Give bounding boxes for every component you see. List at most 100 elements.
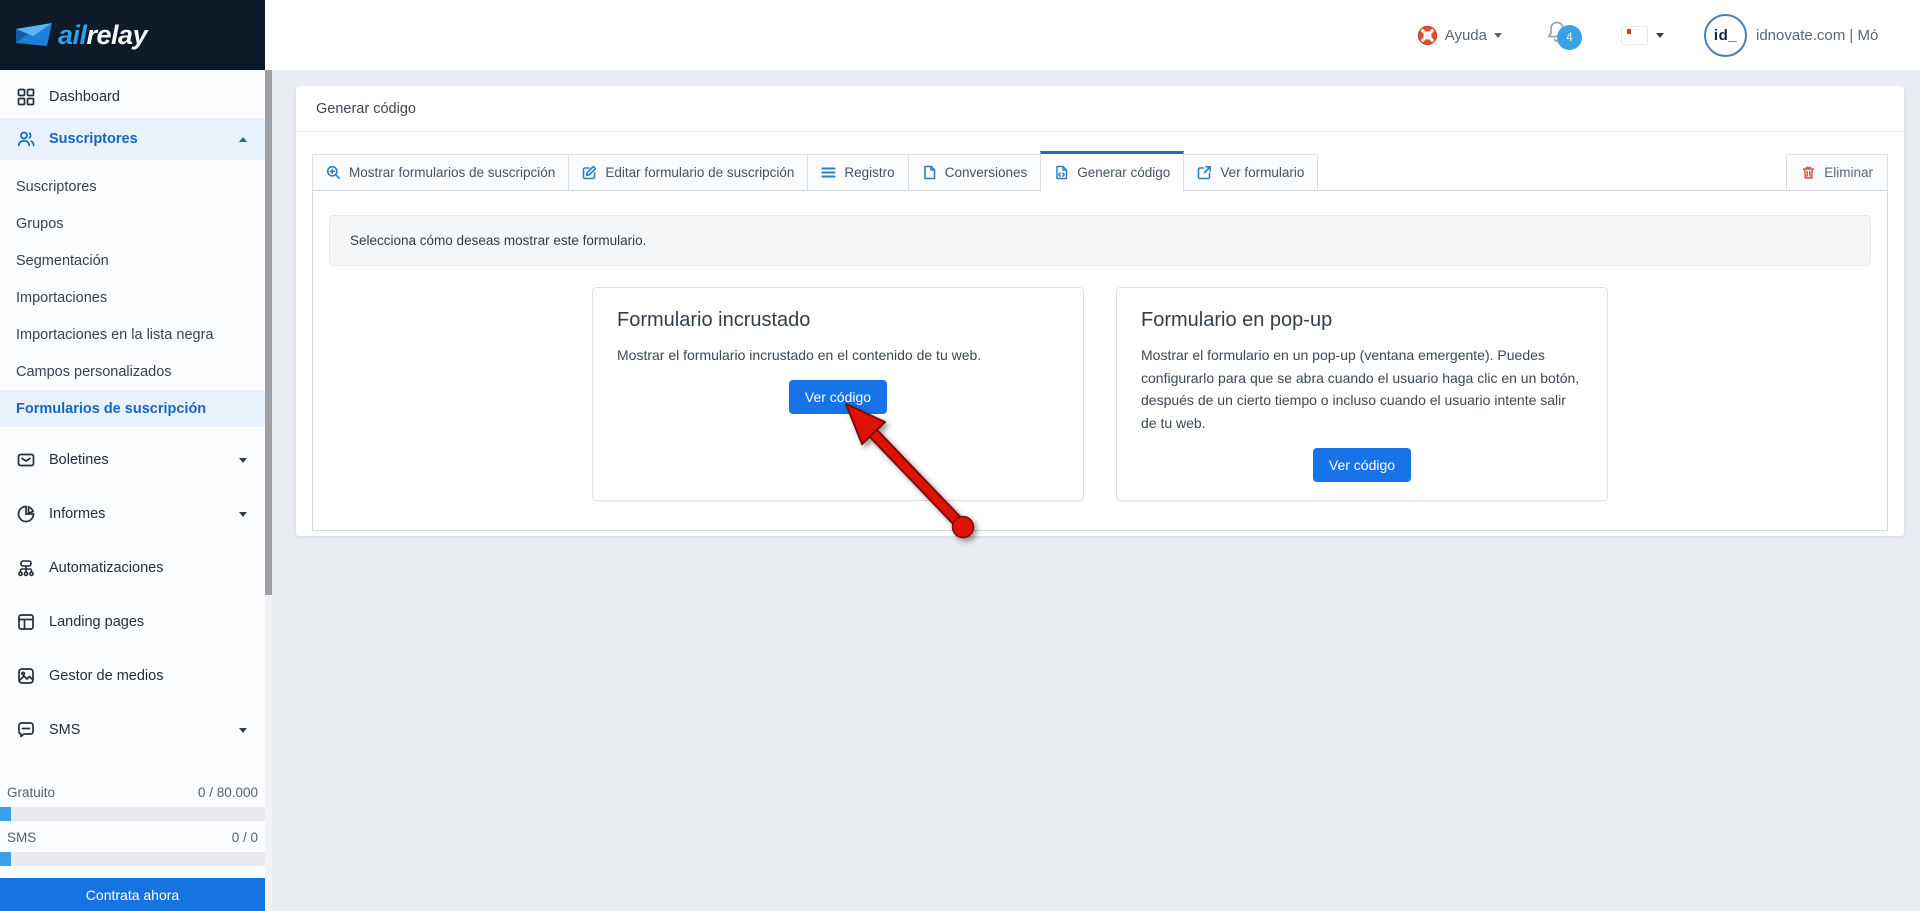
trash-icon [1802,166,1815,179]
chevron-down-icon [1494,32,1502,38]
sidebar-item-label: Dashboard [49,89,120,105]
sidebar-item-label: Informes [49,506,106,522]
avatar[interactable]: id_ [1704,13,1747,57]
sidebar-item-landing-pages[interactable]: Landing pages [0,601,265,643]
sidebar-item-informes[interactable]: Informes [0,493,265,535]
image-icon [18,668,34,684]
pie-chart-icon [17,505,35,523]
tab-conversiones[interactable]: Conversiones [907,154,1042,191]
chevron-down-icon [239,457,247,463]
info-alert: Selecciona cómo deseas mostrar este form… [329,215,1871,266]
sidebar-scrollbar[interactable] [265,70,272,911]
tab-generar-codigo[interactable]: Generar código [1040,151,1185,192]
chat-bubble-icon [18,722,34,738]
subitem-label: Importaciones en la lista negra [16,326,214,343]
popup-form-title: Formulario en pop-up [1141,309,1333,331]
ver-codigo-popup-button[interactable]: Ver código [1312,447,1412,482]
automation-flow-icon [18,560,34,577]
sidebar-subitem-campos-personalizados[interactable]: Campos personalizados [0,353,265,390]
tab-label: Ver formulario [1220,165,1305,180]
tab-label: Conversiones [944,165,1028,180]
tab-panel: Selecciona cómo deseas mostrar este form… [312,190,1888,531]
chevron-down-icon [239,511,247,517]
tab-label: Editar formulario de suscripción [605,165,795,180]
sidebar-subitem-segmentacion[interactable]: Segmentación [0,242,265,279]
sidebar-subitem-grupos[interactable]: Grupos [0,205,265,242]
sidebar-item-label: Landing pages [49,614,145,630]
notification-count-badge: 4 [1557,25,1582,50]
tab-label: Generar código [1077,165,1171,180]
sms-quota-progressbar [0,852,265,866]
ver-codigo-embedded-button[interactable]: Ver código [788,379,888,414]
sidebar-item-dashboard[interactable]: Dashboard [0,76,265,118]
sidebar-item-label: SMS [49,722,81,738]
file-icon [923,165,936,180]
sidebar-subitem-importaciones[interactable]: Importaciones [0,279,265,316]
people-icon [17,131,35,147]
notifications-button[interactable]: 4 [1544,19,1582,51]
sidebar-item-automatizaciones[interactable]: Automatizaciones [0,547,265,589]
brand-logo[interactable]: ailrelay [0,0,265,70]
free-quota-value: 0 / 80.000 [197,785,258,800]
sidebar-subitem-formularios-suscripcion[interactable]: Formularios de suscripción [0,390,265,427]
layout-icon [18,614,34,630]
sidebar-subitem-suscriptores[interactable]: Suscriptores [0,168,265,205]
embedded-form-title: Formulario incrustado [617,309,811,331]
embedded-form-description: Mostrar el formulario incrustado en el c… [617,347,982,363]
help-menu[interactable]: Ayuda [1417,25,1502,46]
sidebar-item-suscriptores[interactable]: Suscriptores [0,118,265,160]
free-quota-progressbar [0,807,265,821]
delete-label: Eliminar [1824,165,1873,180]
chevron-down-icon [239,727,247,733]
sidebar-item-boletines[interactable]: Boletines [0,439,265,481]
life-ring-icon [1417,25,1437,45]
sidebar-nav: Dashboard Suscriptores Suscriptores Grup… [0,70,265,751]
sidebar-item-label: Gestor de medios [49,668,164,684]
edit-icon [583,165,597,180]
tab-registro[interactable]: Registro [807,154,909,191]
tab-mostrar-formularios[interactable]: Mostrar formularios de suscripción [312,154,570,191]
topbar: Ayuda 4 id_ idnovate.com | Mó [265,0,1920,70]
subitem-label: Importaciones [16,289,108,306]
chevron-up-icon [239,136,247,142]
sms-quota-label: SMS [7,830,37,845]
sidebar-item-label: Boletines [49,452,109,468]
sidebar-item-sms[interactable]: SMS [0,709,265,751]
spain-flag-icon [1622,27,1647,44]
sidebar-subitem-importaciones-lista-negra[interactable]: Importaciones en la lista negra [0,316,265,353]
tab-editar-formulario[interactable]: Editar formulario de suscripción [568,154,809,191]
list-icon [821,167,836,178]
eliminar-button[interactable]: Eliminar [1786,154,1888,191]
generar-codigo-card: Generar código Mostrar formularios de su… [296,86,1904,536]
suscriptores-submenu: Suscriptores Grupos Segmentación Importa… [0,168,265,427]
tab-label: Mostrar formularios de suscripción [349,165,556,180]
tab-ver-formulario[interactable]: Ver formulario [1183,154,1319,191]
sidebar-item-label: Suscriptores [49,131,138,147]
usage-stats: Gratuito 0 / 80.000 SMS 0 / 0 Contrata a… [0,776,265,911]
popup-form-card: Formulario en pop-up Mostrar el formular… [1116,287,1608,501]
free-quota-label: Gratuito [7,785,56,800]
page-title: Generar código [296,86,1904,132]
chevron-down-icon [1656,32,1664,38]
subitem-label: Campos personalizados [16,363,172,380]
subitem-label: Grupos [16,215,64,232]
sidebar-item-gestor-de-medios[interactable]: Gestor de medios [0,655,265,697]
account-name[interactable]: idnovate.com | Mó [1756,27,1920,44]
external-link-icon [1198,166,1212,180]
help-label: Ayuda [1444,26,1487,44]
sidebar: ailrelay Dashboard Suscriptores Suscript… [0,0,265,911]
envelope-logo-icon [16,23,52,46]
sidebar-scrollbar-thumb[interactable] [265,70,272,595]
form-tabs: Mostrar formularios de suscripción Edita… [312,151,1888,192]
grid-icon [17,88,35,106]
tab-label: Registro [844,165,895,180]
language-selector[interactable] [1622,27,1664,44]
popup-form-description: Mostrar el formulario en un pop-up (vent… [1141,347,1580,432]
sms-quota-value: 0 / 0 [231,830,258,845]
zoom-in-icon [326,165,340,179]
sidebar-item-label: Automatizaciones [49,560,164,576]
subitem-label: Formularios de suscripción [16,400,207,417]
brand-wordmark: ailrelay [58,19,148,50]
subitem-label: Segmentación [16,252,109,269]
contrata-ahora-button[interactable]: Contrata ahora [0,878,265,911]
